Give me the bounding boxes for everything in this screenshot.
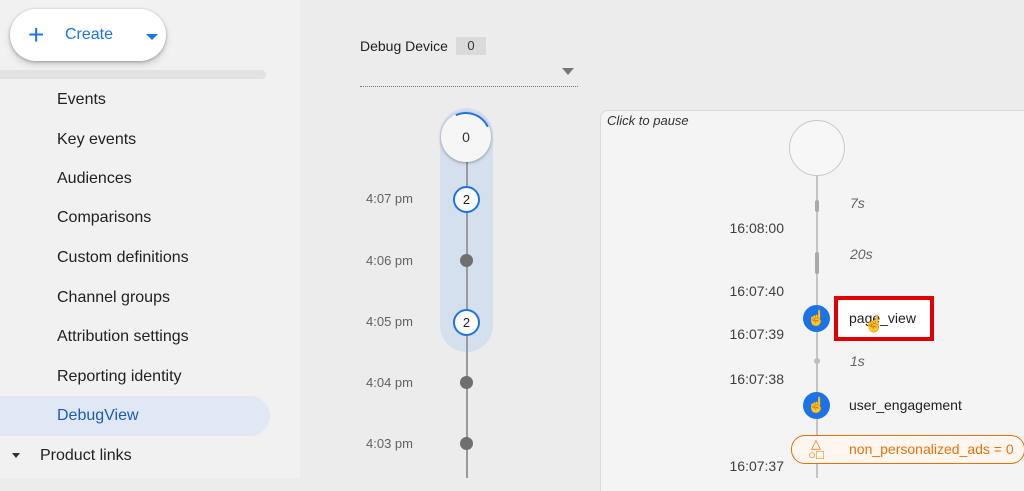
timeline-segment (815, 200, 819, 212)
timeline-dot (814, 358, 820, 364)
parameter-chip[interactable]: △ ○□ non_personalized_ads = 0 (791, 435, 1024, 464)
hand-cursor-icon: ☝ (864, 316, 884, 333)
minutes-top-count[interactable]: 0 (433, 104, 499, 170)
duration-label: 1s (850, 353, 865, 369)
minute-event-count[interactable]: 2 (453, 186, 480, 213)
sidebar-item-audiences[interactable]: Audiences (57, 167, 132, 191)
touch-icon[interactable]: ☝ (803, 305, 830, 332)
sidebar-item-attribution-settings[interactable]: Attribution settings (57, 325, 189, 349)
touch-icon[interactable]: ☝ (803, 392, 830, 419)
timeline-segment (815, 252, 819, 274)
minute-time-label: 4:06 pm (366, 253, 413, 268)
minute-time-label: 4:05 pm (366, 314, 413, 329)
top-count-value: 0 (462, 129, 470, 145)
create-label: Create (65, 26, 114, 43)
click-to-pause-hint: Click to pause (607, 113, 689, 128)
debug-device-count: 0 (456, 37, 486, 55)
sidebar-item-custom-definitions[interactable]: Custom definitions (57, 246, 189, 270)
sidebar: + Create Events Key events Audiences Com… (0, 0, 300, 478)
duration-label: 20s (850, 246, 873, 262)
create-button[interactable]: + Create (10, 9, 166, 61)
minute-dot[interactable] (460, 254, 473, 267)
expand-caret-icon[interactable] (12, 453, 20, 458)
sidebar-item-events[interactable]: Events (57, 88, 106, 112)
plus-icon: + (28, 19, 45, 50)
minute-event-count[interactable]: 2 (453, 309, 480, 336)
timestamp-label: 16:07:39 (729, 326, 785, 342)
dropdown-caret-icon[interactable] (562, 68, 574, 75)
timestamp-label: 16:07:38 (729, 371, 785, 387)
caret-down-icon (146, 34, 158, 40)
seconds-top-circle (789, 120, 845, 176)
minute-dot[interactable] (460, 437, 473, 450)
debug-device-label: Debug Device (360, 38, 448, 54)
sidebar-item-reporting-identity[interactable]: Reporting identity (57, 365, 182, 389)
sidebar-item-key-events[interactable]: Key events (57, 128, 136, 152)
parameter-chip-label: non_personalized_ads = 0 (849, 441, 1014, 457)
duration-label: 7s (850, 195, 865, 211)
minute-dot[interactable] (460, 376, 473, 389)
timestamp-label: 16:08:00 (729, 220, 785, 236)
shapes-icon: △ ○□ (808, 436, 824, 462)
debug-device-select[interactable] (360, 86, 578, 87)
timestamp-label: 16:07:40 (729, 283, 785, 299)
minute-time-label: 4:04 pm (366, 375, 413, 390)
section-divider (0, 70, 266, 79)
minute-time-label: 4:07 pm (366, 191, 413, 206)
event-user-engagement[interactable]: user_engagement (849, 396, 962, 414)
sidebar-item-product-links[interactable]: Product links (40, 444, 132, 468)
sidebar-item-debugview[interactable]: DebugView (57, 404, 139, 428)
minute-time-label: 4:03 pm (366, 436, 413, 451)
sidebar-item-comparisons[interactable]: Comparisons (57, 206, 151, 230)
sidebar-item-channel-groups[interactable]: Channel groups (57, 286, 170, 310)
timestamp-label: 16:07:37 (729, 458, 785, 474)
